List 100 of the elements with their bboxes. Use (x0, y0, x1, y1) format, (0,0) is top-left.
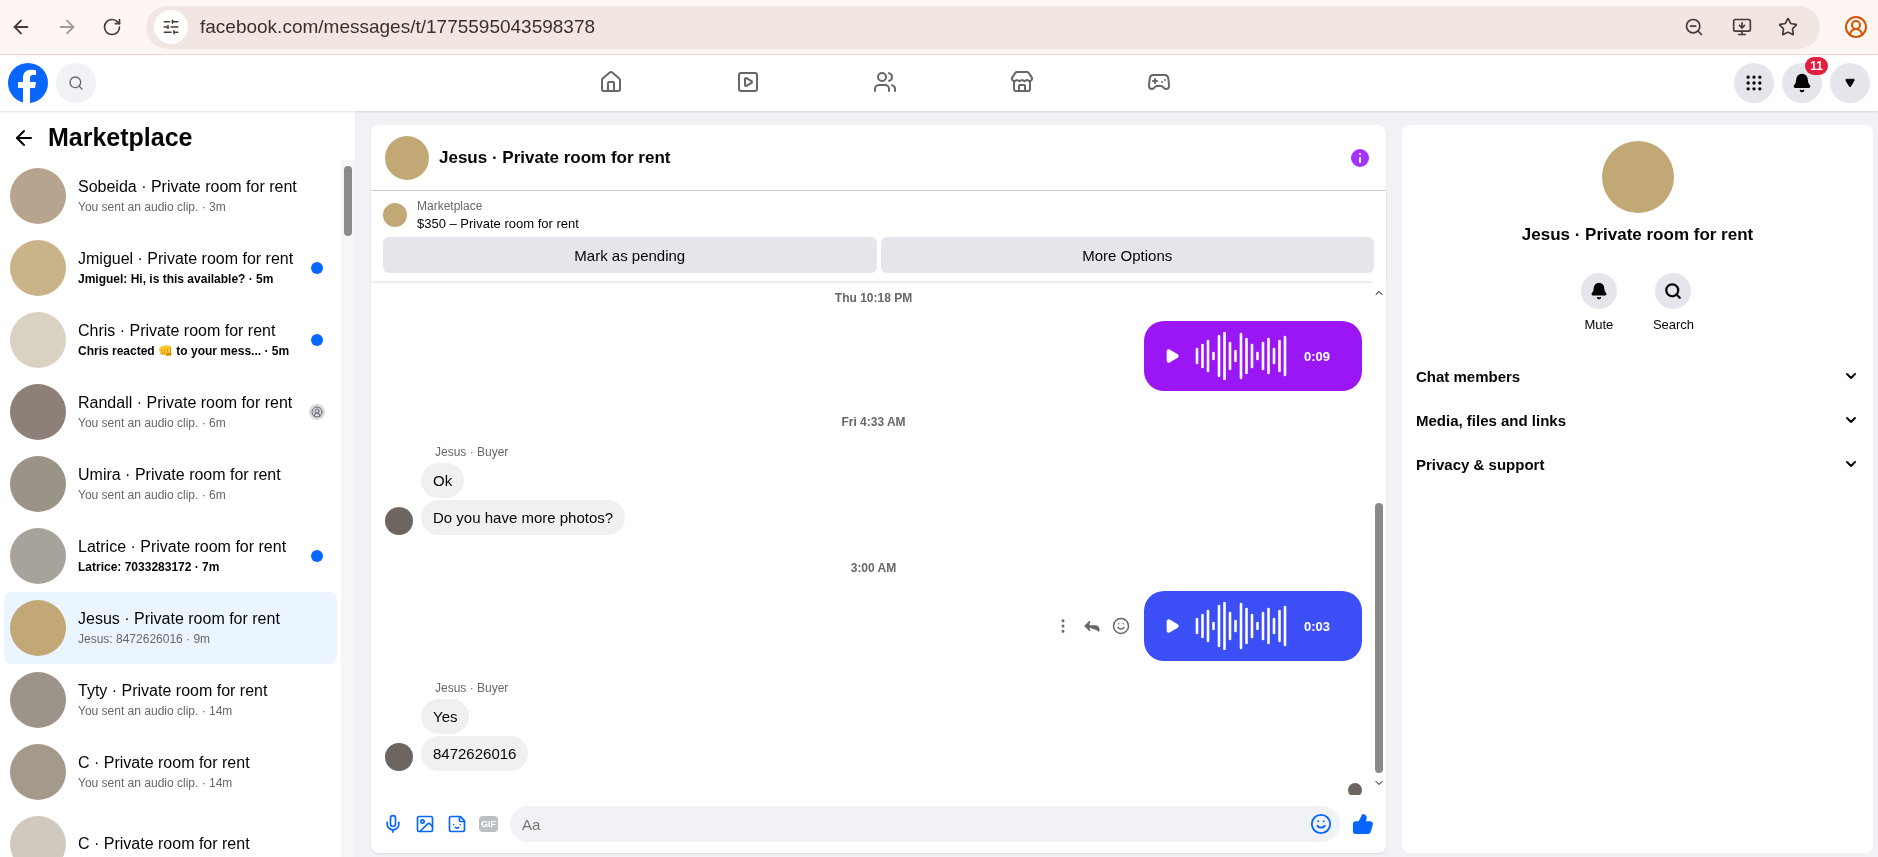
home-icon[interactable] (599, 69, 623, 94)
notification-badge: 11 (1805, 57, 1828, 75)
message-preview: Jesus: 8472626016 · 9m (78, 632, 212, 646)
reload-icon[interactable] (102, 17, 122, 37)
grid-icon[interactable] (1744, 73, 1764, 93)
section-label: Media, files and links (1416, 411, 1567, 429)
audio-duration: 0:09 (1304, 348, 1331, 364)
emoji-icon[interactable] (1310, 813, 1332, 835)
bookmark-star-icon[interactable] (1778, 17, 1798, 37)
sidebar-title: Marketplace (48, 123, 193, 152)
details-title: Jesus · Private room for rent (1521, 225, 1754, 245)
react-icon[interactable] (1112, 617, 1130, 635)
conversation-item[interactable]: Umira · Private room for rent You sent an audio clip. · 6m (4, 448, 337, 520)
message-bubble: 8472626016 (421, 736, 529, 771)
conversation-title: Tyty · Private room for rent (78, 682, 269, 700)
conversation-item[interactable]: Sobeida · Private room for rent You sent an audio clip. · 3m (4, 160, 337, 232)
bell-icon[interactable] (1589, 282, 1608, 300)
message-preview: Jmiguel: Hi, is this available? · 5m (78, 272, 275, 286)
reels-icon[interactable] (736, 69, 760, 94)
message-bubble: Do you have more photos? (421, 500, 626, 535)
site-settings-icon[interactable] (154, 10, 188, 44)
conversation-title: C · Private room for rent (78, 835, 251, 853)
message-preview: You sent an audio clip. · 6m (78, 488, 227, 502)
conversation-item[interactable]: C · Private room for rent You sent an audio clip. · 14m (4, 736, 337, 808)
listing-name: $350 – Private room for rent (417, 216, 579, 231)
audio-message[interactable]: 0:03 (1144, 591, 1362, 661)
message-input[interactable]: Aa (510, 806, 1340, 842)
sender-label: Jesus · Buyer (435, 681, 510, 695)
zoom-out-icon[interactable] (1684, 17, 1704, 37)
mute-button[interactable] (1580, 273, 1617, 309)
avatar-circle (385, 507, 413, 535)
address-bar[interactable]: facebook.com/messages/t/1775595043598378 (146, 5, 1820, 49)
conversation-title: C · Private room for rent (78, 754, 251, 772)
conversation-title: Jesus · Private room for rent (78, 610, 281, 628)
section-label: Privacy & support (1416, 455, 1545, 473)
section-header[interactable]: Chat members (1416, 354, 1859, 398)
microphone-icon[interactable] (383, 814, 403, 834)
friends-icon[interactable] (873, 69, 897, 94)
message-bubble: Ok (421, 463, 465, 498)
caret-icon[interactable] (1845, 78, 1855, 88)
play-icon[interactable] (1164, 618, 1180, 634)
message-preview: You sent an audio clip. · 14m (78, 704, 234, 718)
sticker-icon[interactable] (447, 814, 467, 834)
conversation-title: Latrice · Private room for rent (78, 538, 288, 556)
profile-icon[interactable] (1844, 15, 1868, 39)
conversation-item[interactable]: C · Private room for rent (4, 808, 337, 857)
chat-title: Jesus · Private room for rent (439, 147, 672, 168)
search-icon[interactable] (1664, 282, 1683, 300)
photo-placeholder (10, 528, 66, 584)
avatar-circle (385, 743, 413, 771)
message-preview: You sent an audio clip. · 3m (78, 200, 227, 214)
photo-placeholder (10, 456, 66, 512)
bell-icon[interactable] (1792, 73, 1812, 93)
audio-duration: 0:03 (1304, 618, 1331, 634)
conversation-title: Sobeida · Private room for rent (78, 178, 298, 196)
like-icon[interactable] (1352, 813, 1374, 835)
photo-placeholder (10, 168, 66, 224)
conversation-title: Randall · Private room for rent (78, 394, 294, 412)
listing-action-button[interactable]: Mark as pending (383, 237, 877, 273)
photo-placeholder (10, 816, 66, 857)
message-preview: You sent an audio clip. · 14m (78, 776, 234, 790)
url-text: facebook.com/messages/t/1775595043598378 (200, 16, 597, 38)
message-preview: Latrice: 7033283172 · 7m (78, 560, 221, 574)
audio-message[interactable]: 0:09 (1144, 321, 1362, 391)
action-label: Mute (1584, 317, 1614, 332)
conversation-item[interactable]: Randall · Private room for rent You sent an audio clip. · 6m (4, 376, 337, 448)
listing-source: Marketplace (417, 199, 484, 213)
photo-placeholder (10, 384, 66, 440)
menu-grid-button[interactable] (1734, 63, 1774, 103)
seen-avatar-circle (1348, 783, 1362, 795)
section-label: Chat members (1416, 367, 1521, 385)
timestamp: Fri 4:33 AM (841, 415, 906, 429)
conversation-title: Jmiguel · Private room for rent (78, 250, 295, 268)
message-preview: Chris reacted 👊 to your mess... · 5m (78, 344, 291, 358)
account-menu-button[interactable] (1830, 63, 1870, 103)
section-header[interactable]: Privacy & support (1416, 442, 1859, 486)
conversation-item[interactable]: Tyty · Private room for rent You sent an audio clip. · 14m (4, 664, 337, 736)
photo-placeholder (383, 203, 407, 227)
logo-icon[interactable] (8, 63, 48, 103)
section-header[interactable]: Media, files and links (1416, 398, 1859, 442)
photo-placeholder (385, 135, 429, 180)
conversation-item[interactable]: Jmiguel · Private room for rent Jmiguel: Hi, is this available? · 5m (4, 232, 337, 304)
conversation-title: Umira · Private room for rent (78, 466, 282, 484)
conversation-item[interactable]: Jesus · Private room for rent Jesus: 8472626016 · 9m (4, 592, 337, 664)
photo-placeholder (10, 240, 66, 296)
action-label: Search (1652, 317, 1695, 332)
install-icon[interactable] (1732, 17, 1752, 37)
conversation-item[interactable]: Chris · Private room for rent Chris reacted 👊 to your mess... · 5m (4, 304, 337, 376)
photo-icon[interactable] (415, 814, 435, 834)
conversation-title: Chris · Private room for rent (78, 322, 277, 340)
play-icon[interactable] (1164, 348, 1180, 364)
listing-action-button[interactable]: More Options (880, 237, 1374, 273)
search-button[interactable] (1655, 273, 1692, 309)
scrollbar[interactable] (341, 160, 355, 857)
photo-placeholder (10, 744, 66, 800)
message-bubble: Yes (421, 699, 470, 734)
marketplace-icon[interactable] (1010, 69, 1034, 94)
notifications-button[interactable] (1782, 63, 1822, 103)
timestamp: 3:00 AM (850, 561, 897, 575)
conversation-item[interactable]: Latrice · Private room for rent Latrice: 7033283172 · 7m (4, 520, 337, 592)
